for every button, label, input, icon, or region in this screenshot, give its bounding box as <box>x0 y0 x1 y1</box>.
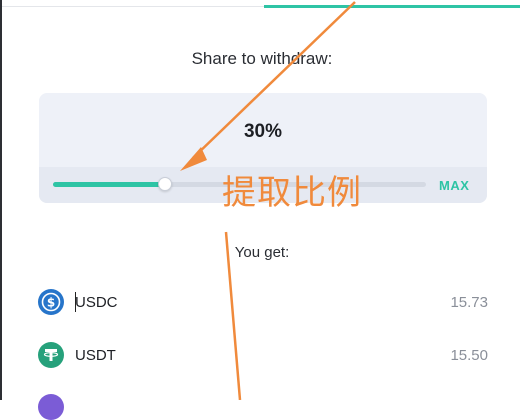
arrow-to-tokens <box>224 231 242 400</box>
annotation-arrows <box>180 1 356 400</box>
arrow-to-slider <box>180 1 356 171</box>
